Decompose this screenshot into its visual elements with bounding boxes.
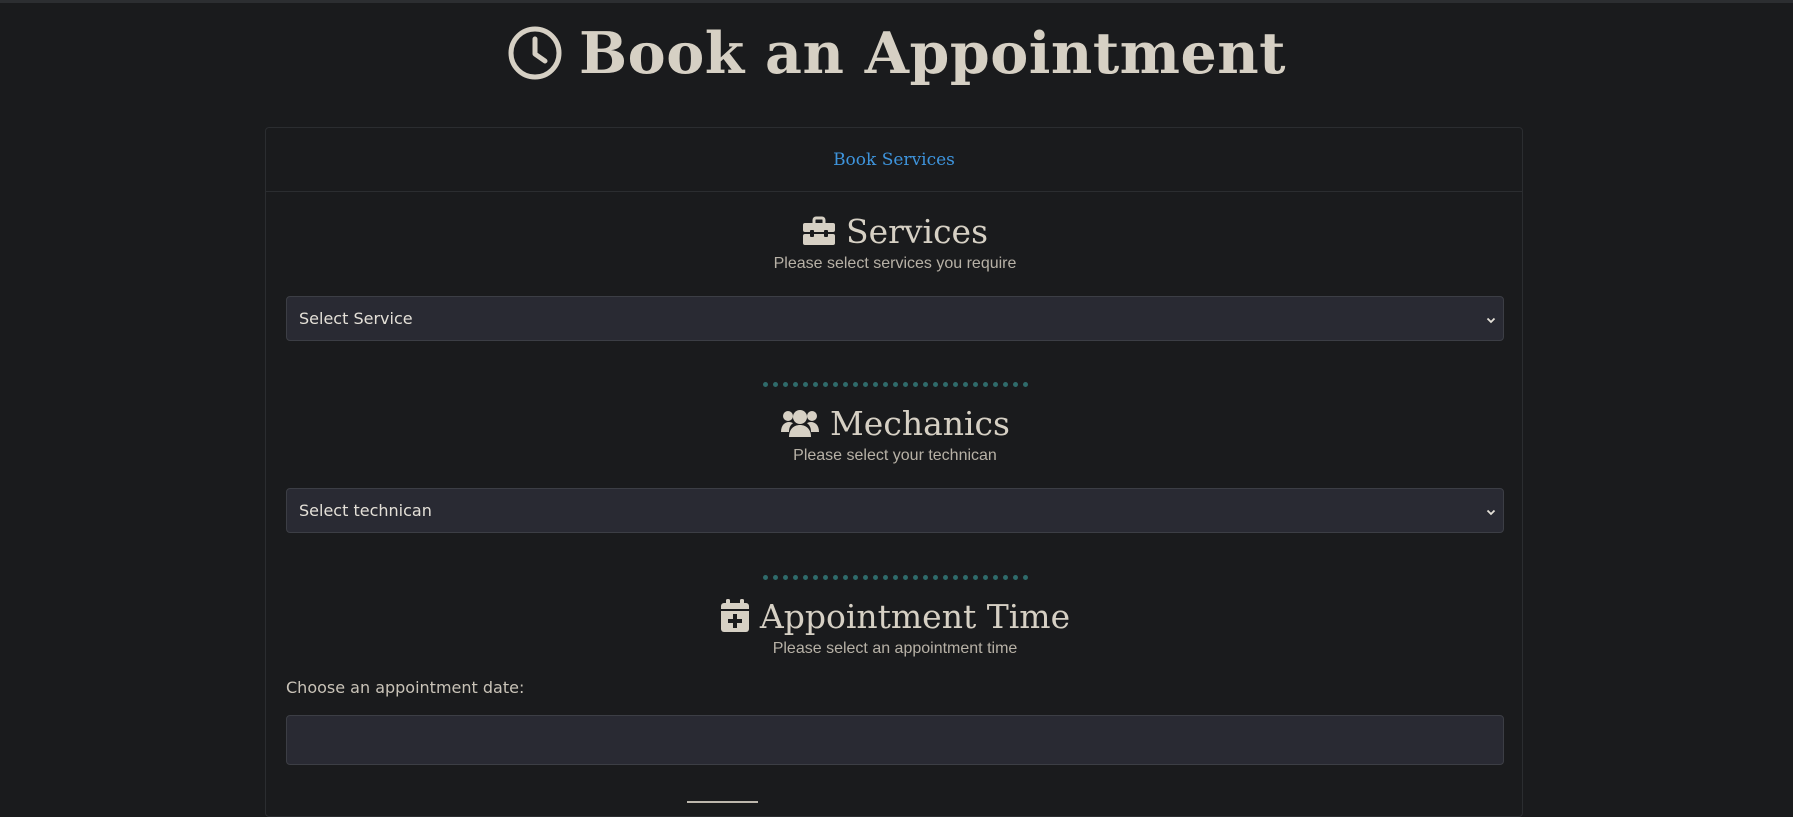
services-subtitle: Please select services you require [773,255,1017,272]
services-heading: Services [286,210,1504,252]
appointment-section: Appointment Time Please select an appoin… [286,595,1504,765]
appointment-heading-text: Appointment Time [759,596,1071,636]
mechanics-subtitle: Please select your technican [793,447,997,464]
mechanics-heading: Mechanics [286,402,1504,444]
service-select[interactable]: Select Service [286,296,1504,341]
card-header: Book Services [266,128,1522,192]
services-section: Services Please select services you requ… [286,210,1504,341]
booking-card: Book Services Services Please select ser… [265,127,1523,817]
top-edge-strip [0,0,1793,3]
section-divider [286,382,1504,387]
appointment-heading: Appointment Time [286,595,1504,637]
page-title-text: Book an Appointment [579,19,1286,87]
services-heading-text: Services [845,211,989,251]
chevron-down-icon [1486,501,1496,520]
appointment-date-input[interactable] [286,715,1504,765]
book-services-link[interactable]: Book Services [833,150,955,170]
calendar-plus-icon [720,599,750,633]
users-icon [780,408,820,438]
section-divider [286,575,1504,580]
mechanics-section: Mechanics Please select your technican S… [286,402,1504,533]
appointment-subtitle: Please select an appointment time [772,640,1018,657]
clock-icon [507,25,563,81]
service-select-value: Select Service [299,309,413,328]
appointment-date-label: Choose an appointment date: [286,678,525,697]
toolbox-icon [802,216,836,246]
technician-select-value: Select technican [299,501,432,520]
technician-select[interactable]: Select technican [286,488,1504,533]
chevron-down-icon [1486,309,1496,328]
mechanics-heading-text: Mechanics [830,403,1010,443]
page-title: Book an Appointment [0,17,1793,89]
